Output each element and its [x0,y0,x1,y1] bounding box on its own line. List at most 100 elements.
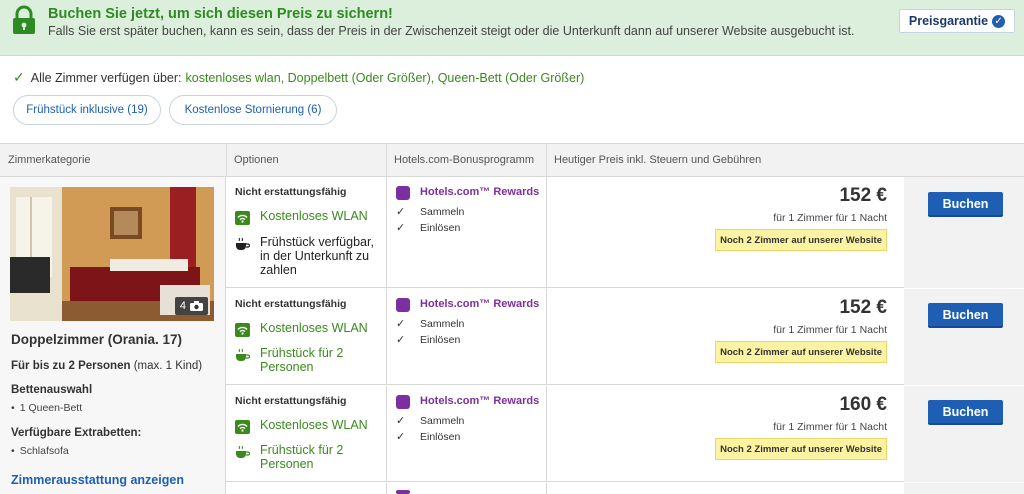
wifi-option: Kostenloses WLAN [235,418,368,434]
lock-icon [13,5,35,34]
redeem-label: Einlösen [420,333,461,346]
breakfast-label: Frühstück verfügbar, in der Unterkunft z… [260,235,374,277]
wifi-label: Kostenloses WLAN [260,321,368,335]
check-icon: ✓ [396,318,406,330]
redeem-label: Einlösen [420,221,461,234]
breakfast-option: Frühstück für 2 Personen [235,443,375,471]
breakfast-label: Frühstück für 2 Personen [260,346,344,374]
wifi-option: Kostenloses WLAN [235,321,368,337]
availability-badge: Noch 2 Zimmer auf unserer Website [715,341,887,363]
filter-label: Frühstück inklusive (19) [26,104,148,116]
beds-heading: Bettenauswahl [11,384,93,396]
amenities-label: Alle Zimmer verfügen über: [30,70,182,85]
rewards-collect: ✓ Sammeln [396,205,465,219]
amenities-value: kostenloses wlan, Doppelbett (Oder Größe… [185,70,585,85]
extra-beds-heading: Verfügbare Extrabetten: [11,427,142,439]
price-guarantee-banner: Buchen Sie jetzt, um sich diesen Preis z… [0,0,1024,56]
header-price: Heutiger Preis inkl. Steuern und Gebühre… [554,154,762,166]
rewards-title: Hotels.com™ Rewards [420,395,540,407]
refund-policy: Nicht erstattungsfähig [235,395,347,407]
wifi-label: Kostenloses WLAN [260,418,368,432]
room-price: 152 € [839,297,887,318]
filter-breakfast-included[interactable]: Frühstück inklusive (19) [13,95,161,125]
rewards-moon-icon [396,395,410,409]
rate-row: Nicht erstattungsfähig Kostenloses WLAN … [226,289,1024,385]
check-icon: ✓ [396,334,406,346]
rate-row: Nicht erstattungsfähig Kostenloses WLAN … [226,386,1024,482]
collect-label: Sammeln [420,414,465,427]
header-options: Optionen [234,154,279,166]
wifi-icon [235,323,250,337]
availability-badge: Noch 2 Zimmer auf unserer Website [715,229,887,251]
price-subtitle: für 1 Zimmer für 1 Nacht [773,421,887,433]
extra-bed-option: Schlafsofa [11,445,69,457]
book-column: Buchen [904,177,1024,288]
rewards-collect: ✓ Sammeln [396,317,465,331]
filter-free-cancellation[interactable]: Kostenlose Stornierung (6) [169,95,337,125]
price-guarantee-button[interactable]: Preisgarantie ✓ [899,9,1015,33]
room-name: Doppelzimmer (Orania. 17) [11,332,183,347]
price-subtitle: für 1 Zimmer für 1 Nacht [773,324,887,336]
wifi-icon [235,420,250,434]
camera-icon [190,301,203,311]
rooms-table-header: Zimmerkategorie Optionen Hotels.com-Bonu… [0,143,1024,177]
book-button[interactable]: Buchen [928,303,1003,328]
coffee-cup-icon [236,445,250,458]
price-subtitle: für 1 Zimmer für 1 Nacht [773,212,887,224]
capacity-main: Für bis zu 2 Personen [11,360,131,372]
check-icon: ✓ [396,415,406,427]
refund-policy: Nicht erstattungsfähig [235,186,347,198]
book-column [904,483,1024,494]
collect-label: Sammeln [420,205,465,218]
check-icon: ✓ [396,206,406,218]
collect-label: Sammeln [420,317,465,330]
room-photo[interactable]: 4 [10,187,214,321]
book-button[interactable]: Buchen [928,400,1003,425]
banner-title: Buchen Sie jetzt, um sich diesen Preis z… [48,6,393,22]
room-details-link[interactable]: Zimmerausstattung anzeigen [11,473,184,487]
header-bonus-program: Hotels.com-Bonusprogramm [394,154,534,166]
rewards-title: Hotels.com™ Rewards [420,186,540,198]
breakfast-option: Frühstück verfügbar, in der Unterkunft z… [235,235,385,277]
refund-policy: Nicht erstattungsfähig [235,298,347,310]
wifi-option: Kostenloses WLAN [235,209,368,225]
rewards-collect: ✓ Sammeln [396,414,465,428]
coffee-cup-icon [236,237,250,250]
all-rooms-amenities: ✓ Alle Zimmer verfügen über: kostenloses… [13,69,584,86]
check-icon: ✓ [396,222,406,234]
book-button[interactable]: Buchen [928,192,1003,217]
rate-row: Nicht erstattungsfähig Kostenloses WLAN … [226,177,1024,288]
rewards-redeem: ✓ Einlösen [396,430,461,444]
room-price: 160 € [839,394,887,415]
header-room-category: Zimmerkategorie [8,154,91,166]
room-price: 152 € [839,185,887,206]
banner-subtitle: Falls Sie erst später buchen, kann es se… [48,24,855,38]
book-column: Buchen [904,289,1024,385]
guarantee-badge-icon: ✓ [992,14,1006,28]
rewards-redeem: ✓ Einlösen [396,333,461,347]
capacity-note: (max. 1 Kind) [133,360,203,372]
redeem-label: Einlösen [420,430,461,443]
room-capacity: Für bis zu 2 Personen (max. 1 Kind) [11,360,202,372]
rewards-moon-icon [396,186,410,200]
bed-option: 1 Queen-Bett [11,402,82,414]
book-column: Buchen [904,386,1024,482]
photo-count-badge[interactable]: 4 [174,297,208,315]
coffee-cup-icon [236,348,250,361]
breakfast-label: Frühstück für 2 Personen [260,443,344,471]
room-info-panel: 4 Doppelzimmer (Orania. 17) Für bis zu 2… [0,177,226,494]
price-guarantee-label: Preisgarantie [908,14,989,28]
availability-badge: Noch 2 Zimmer auf unserer Website [715,438,887,460]
filter-label: Kostenlose Stornierung (6) [184,104,322,116]
breakfast-option: Frühstück für 2 Personen [235,346,375,374]
rewards-moon-icon [396,490,410,494]
rewards-moon-icon [396,298,410,312]
photo-count: 4 [179,300,186,312]
rewards-title: Hotels.com™ Rewards [420,298,540,310]
rewards-redeem: ✓ Einlösen [396,221,461,235]
checkmark-icon: ✓ [13,69,25,85]
check-icon: ✓ [396,431,406,443]
wifi-icon [235,211,250,225]
wifi-label: Kostenloses WLAN [260,209,368,223]
rate-row-partial [226,483,1024,494]
